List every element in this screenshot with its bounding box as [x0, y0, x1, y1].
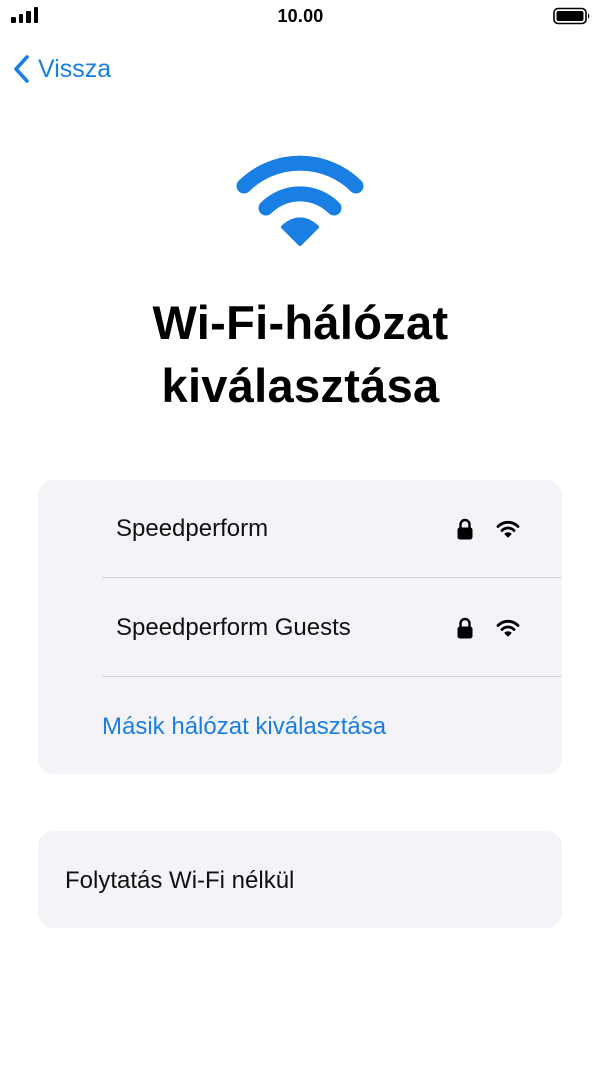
- wifi-icon: [236, 155, 364, 246]
- wifi-setup-screen: 10.00 Vissza Wi-Fi-hálózat kiválasztása …: [0, 0, 601, 1070]
- network-row-speedperform-guests[interactable]: Speedperform Guests: [102, 579, 562, 677]
- network-list: Speedperform Speedperform Guests Másik h…: [38, 480, 562, 774]
- battery-full-icon: [553, 7, 590, 25]
- chevron-left-icon: [14, 55, 29, 83]
- page-title: Wi-Fi-hálózat kiválasztása: [0, 291, 601, 417]
- divider: [102, 577, 562, 578]
- status-bar: 10.00: [0, 0, 601, 34]
- back-label: Vissza: [38, 54, 112, 83]
- continue-without-wifi-button[interactable]: Folytatás Wi-Fi nélkül: [38, 831, 562, 928]
- status-time: 10.00: [277, 6, 324, 26]
- network-name: Speedperform Guests: [116, 614, 351, 641]
- other-network-button[interactable]: Másik hálózat kiválasztása: [102, 678, 562, 776]
- network-row-speedperform[interactable]: Speedperform: [102, 480, 562, 578]
- network-name: Speedperform: [116, 515, 269, 542]
- other-network-label: Másik hálózat kiválasztása: [102, 713, 387, 740]
- back-button[interactable]: Vissza: [12, 50, 111, 88]
- wifi-signal-icon: [496, 619, 520, 637]
- wifi-signal-icon: [496, 520, 520, 538]
- page-title-line-2: kiválasztása: [161, 359, 440, 412]
- lock-icon: [457, 518, 473, 540]
- page-title-line-1: Wi-Fi-hálózat: [152, 296, 449, 349]
- continue-without-wifi-label: Folytatás Wi-Fi nélkül: [65, 867, 295, 894]
- divider: [102, 676, 562, 677]
- lock-icon: [457, 617, 473, 639]
